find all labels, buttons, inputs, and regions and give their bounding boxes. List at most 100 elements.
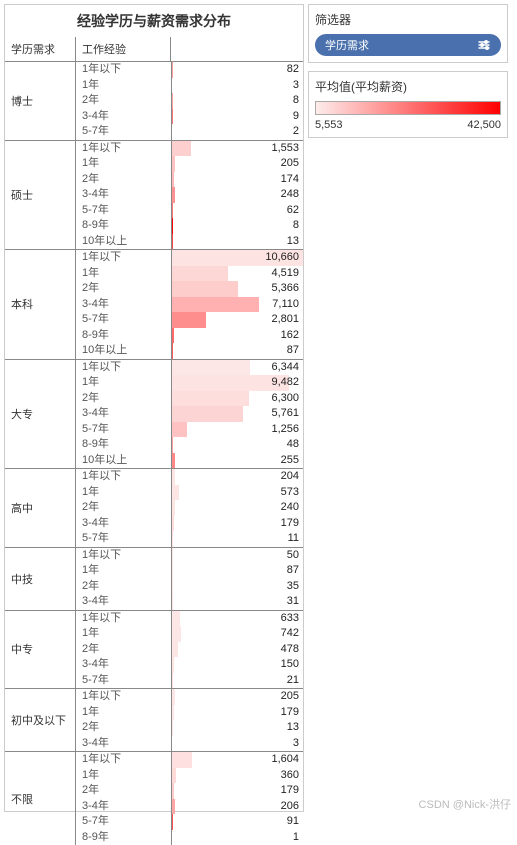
exp-label: 3-4年: [76, 297, 171, 313]
bar-cell[interactable]: 9,482: [171, 375, 303, 391]
bar-cell[interactable]: 10,660: [171, 250, 303, 266]
bar-cell[interactable]: 82: [171, 62, 303, 78]
bar: [172, 689, 175, 705]
table-row: 5-7年2,801: [76, 312, 303, 328]
exp-label: 1年: [76, 485, 171, 501]
table-row: 1年179: [76, 705, 303, 721]
exp-label: 5-7年: [76, 531, 171, 547]
bar-cell[interactable]: 206: [171, 799, 303, 815]
bar-value: 1,604: [271, 752, 299, 768]
edu-label: 硕士: [5, 141, 75, 250]
bar-cell[interactable]: 4,519: [171, 266, 303, 282]
bar-cell[interactable]: 5,366: [171, 281, 303, 297]
edu-label: 中技: [5, 548, 75, 610]
table-row: 2年179: [76, 783, 303, 799]
bar-cell[interactable]: 48: [171, 437, 303, 453]
filter-settings-icon[interactable]: [477, 39, 491, 51]
table-row: 3-4年248: [76, 187, 303, 203]
bar-cell[interactable]: 13: [171, 720, 303, 736]
bar-cell[interactable]: 205: [171, 156, 303, 172]
bar-cell[interactable]: 240: [171, 500, 303, 516]
bar-cell[interactable]: 2: [171, 124, 303, 140]
bar-cell[interactable]: 87: [171, 343, 303, 359]
table-row: 1年以下204: [76, 469, 303, 485]
edu-group: 中专1年以下6331年7422年4783-4年1505-7年21: [5, 611, 303, 690]
table-row: 1年3: [76, 78, 303, 94]
col-header-value: [170, 37, 303, 61]
bar: [172, 799, 175, 815]
bar-cell[interactable]: 8: [171, 93, 303, 109]
bar-cell[interactable]: 478: [171, 642, 303, 658]
bar-value: 5,761: [271, 406, 299, 422]
bar-cell[interactable]: 3: [171, 78, 303, 94]
exp-label: 2年: [76, 391, 171, 407]
bar-cell[interactable]: 3: [171, 736, 303, 752]
bar-cell[interactable]: 8: [171, 218, 303, 234]
table-row: 5-7年91: [76, 814, 303, 830]
bar-value: 633: [281, 611, 299, 627]
bar-cell[interactable]: 35: [171, 579, 303, 595]
bar-value: 1,553: [271, 141, 299, 157]
filter-pill[interactable]: 学历需求: [315, 34, 501, 56]
exp-label: 8-9年: [76, 830, 171, 845]
bar-cell[interactable]: 13: [171, 234, 303, 250]
bar-cell[interactable]: 205: [171, 689, 303, 705]
exp-label: 2年: [76, 642, 171, 658]
bar: [172, 563, 173, 579]
bar-cell[interactable]: 255: [171, 453, 303, 469]
exp-label: 1年: [76, 563, 171, 579]
bar-cell[interactable]: 1,604: [171, 752, 303, 768]
bar-value: 174: [281, 172, 299, 188]
exp-label: 2年: [76, 93, 171, 109]
bar: [172, 312, 206, 328]
table-row: 3-4年 5,761: [76, 406, 303, 422]
exp-label: 3-4年: [76, 516, 171, 532]
bar-value: 255: [281, 453, 299, 469]
bar-cell[interactable]: 5,761: [171, 406, 303, 422]
bar-value: 2,801: [271, 312, 299, 328]
bar-cell[interactable]: 633: [171, 611, 303, 627]
bar-value: 9: [293, 109, 299, 125]
bar-value: 91: [287, 814, 299, 830]
bar-cell[interactable]: 11: [171, 531, 303, 547]
bar-cell[interactable]: 6,300: [171, 391, 303, 407]
bar-cell[interactable]: 2,801: [171, 312, 303, 328]
bar-cell[interactable]: 31: [171, 594, 303, 610]
bar-value: 179: [281, 516, 299, 532]
bar-cell[interactable]: 7,110: [171, 297, 303, 313]
bar-cell[interactable]: 9: [171, 109, 303, 125]
table-row: 1年573: [76, 485, 303, 501]
bar-cell[interactable]: 174: [171, 172, 303, 188]
table-row: 3-4年31: [76, 594, 303, 610]
legend-min: 5,553: [315, 119, 343, 131]
exp-label: 3-4年: [76, 406, 171, 422]
bar-cell[interactable]: 62: [171, 203, 303, 219]
bar-cell[interactable]: 179: [171, 705, 303, 721]
bar-cell[interactable]: 1,553: [171, 141, 303, 157]
filter-pill-label: 学历需求: [325, 37, 369, 53]
bar-cell[interactable]: 742: [171, 626, 303, 642]
bar-cell[interactable]: 91: [171, 814, 303, 830]
col-header-edu: 学历需求: [5, 37, 75, 61]
bar-cell[interactable]: 179: [171, 783, 303, 799]
bar-value: 742: [281, 626, 299, 642]
chart-table: 学历需求 工作经验 博士1年以下821年32年83-4年95-7年2硕士1年以下…: [5, 37, 303, 845]
edu-rows: 1年以下2041年5732年2403-4年1795-7年11: [75, 469, 303, 547]
table-row: 3-4年 179: [76, 516, 303, 532]
bar-cell[interactable]: 162: [171, 328, 303, 344]
bar-cell[interactable]: 204: [171, 469, 303, 485]
bar-cell[interactable]: 6,344: [171, 360, 303, 376]
bar-cell[interactable]: 1,256: [171, 422, 303, 438]
column-headers: 学历需求 工作经验: [5, 37, 303, 62]
bar-cell[interactable]: 248: [171, 187, 303, 203]
bar-cell[interactable]: 150: [171, 657, 303, 673]
bar-cell[interactable]: 360: [171, 768, 303, 784]
bar-cell[interactable]: 50: [171, 548, 303, 564]
bar-cell[interactable]: 1: [171, 830, 303, 845]
bar-cell[interactable]: 179: [171, 516, 303, 532]
exp-label: 1年以下: [76, 548, 171, 564]
bar-cell[interactable]: 21: [171, 673, 303, 689]
bar-cell[interactable]: 87: [171, 563, 303, 579]
bar-cell[interactable]: 573: [171, 485, 303, 501]
edu-rows: 1年以下2051年1792年133-4年3: [75, 689, 303, 751]
